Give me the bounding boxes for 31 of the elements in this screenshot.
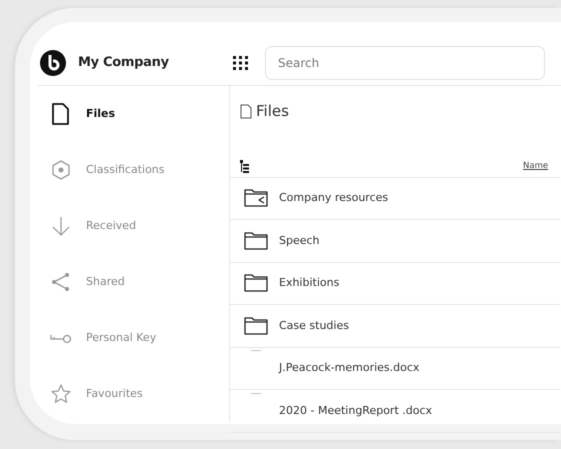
company-name: My Company bbox=[78, 54, 169, 72]
file-icon bbox=[50, 103, 72, 125]
logo-icon bbox=[40, 50, 66, 76]
page-title: Files bbox=[230, 86, 560, 122]
folder-name[interactable]: Case studies bbox=[279, 318, 349, 334]
tree-view-icon[interactable] bbox=[240, 160, 249, 172]
sidebar-item[interactable]: Personal Key bbox=[50, 310, 229, 366]
shared-folder-icon bbox=[244, 189, 268, 208]
folder-name[interactable]: Company resources bbox=[279, 190, 388, 206]
sidebar-item[interactable]: Received bbox=[50, 198, 229, 254]
sidebar-item[interactable]: Classifications bbox=[50, 142, 229, 198]
document-thumbnail-icon bbox=[251, 350, 261, 352]
document-thumbnail-icon bbox=[251, 392, 261, 395]
file-icon bbox=[240, 104, 252, 119]
apps-grid-icon[interactable] bbox=[233, 56, 249, 70]
file-name[interactable]: 2020 - MeetingReport .docx bbox=[279, 402, 432, 419]
folder-icon bbox=[244, 274, 268, 292]
star-icon bbox=[50, 383, 72, 405]
sidebar-item[interactable]: Shared bbox=[50, 254, 229, 310]
folder-name[interactable]: Exhibitions bbox=[279, 275, 340, 292]
share-icon bbox=[50, 271, 72, 293]
sidebar-item[interactable]: Files bbox=[50, 86, 229, 142]
search-field[interactable]: Search bbox=[265, 46, 545, 80]
folder-icon bbox=[244, 232, 268, 250]
folder-name[interactable]: Speech bbox=[279, 232, 320, 249]
arrow-down-icon bbox=[50, 215, 72, 237]
hexagon-icon bbox=[50, 159, 72, 181]
folder-icon bbox=[244, 316, 268, 335]
sidebar-item[interactable]: Favourites bbox=[50, 366, 229, 422]
file-name[interactable]: J.Peacock-memories.docx bbox=[279, 360, 420, 376]
name-column-header[interactable]: Name bbox=[523, 160, 548, 172]
